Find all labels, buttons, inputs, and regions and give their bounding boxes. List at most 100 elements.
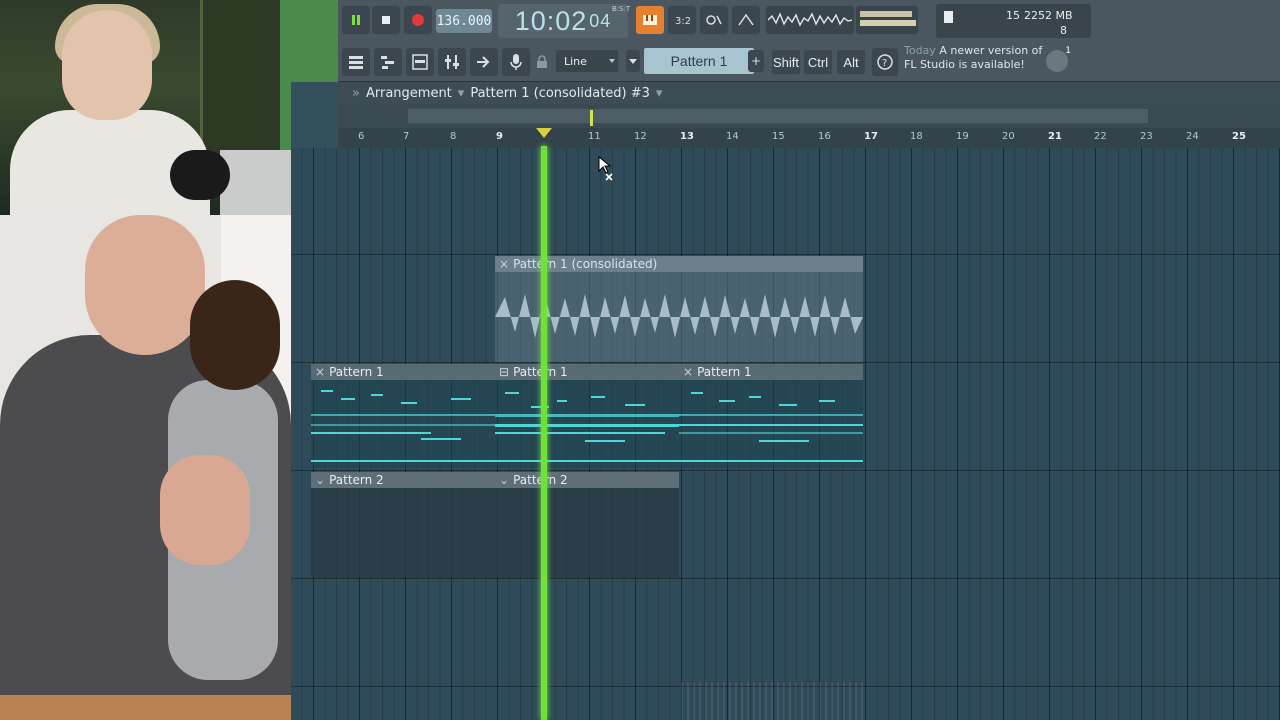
pattern-clip[interactable]: ⌄ Pattern 2: [495, 472, 679, 578]
news-hint-today: Today: [904, 44, 936, 57]
online-news-button[interactable]: ?: [872, 48, 898, 76]
cpu-bar: [944, 11, 953, 23]
snap-select[interactable]: Line: [556, 50, 618, 72]
ruler-tick: 9: [496, 131, 503, 142]
playlist-title-arrow: »: [352, 85, 360, 101]
ruler-tick: 15: [772, 131, 785, 142]
stop-button[interactable]: [372, 6, 400, 34]
song-position-clock[interactable]: 10:02 04: [498, 4, 628, 38]
pause-icon: [352, 15, 360, 25]
chevron-down-icon: [629, 59, 637, 64]
pattern-song-toggle[interactable]: [636, 6, 664, 34]
webcam-microphone: [170, 150, 230, 200]
update-badge-icon[interactable]: 1: [1046, 46, 1071, 72]
pattern-notes: [311, 390, 495, 462]
ruler-tick: 16: [818, 131, 831, 142]
metronome-button[interactable]: 3:2: [668, 6, 696, 34]
playlist-button[interactable]: [342, 48, 370, 76]
plugin-picker-button[interactable]: [470, 48, 498, 76]
arrow-right-icon: [477, 56, 490, 68]
audio-clip-label: Pattern 1 (consolidated): [513, 257, 658, 271]
chevron-down-icon[interactable]: ⌄: [499, 473, 509, 487]
automation-clip-stub[interactable]: [681, 682, 863, 720]
webcam-person-head: [62, 10, 152, 120]
overview-range[interactable]: [408, 109, 1148, 123]
piano-icon: [643, 15, 657, 25]
pause-button[interactable]: [342, 6, 370, 34]
news-hint-panel[interactable]: Today A newer version of FL Studio is av…: [904, 44, 1068, 78]
ruler-tick: 20: [1002, 131, 1015, 142]
clip-pattern-icon[interactable]: ⊟: [499, 365, 509, 379]
wait-input-button[interactable]: [700, 6, 728, 34]
lock-icon: [537, 55, 547, 68]
news-hint-text1: A newer version of: [939, 44, 1043, 57]
pattern-notes: [495, 392, 679, 462]
add-pattern-button[interactable]: +: [748, 50, 764, 72]
pattern-selector[interactable]: Pattern 1: [644, 48, 754, 74]
snap-select-value: Line: [564, 54, 587, 68]
playlist-grid[interactable]: × Pattern 1 (consolidated) × Pattern 1 ⊟ Pa…: [291, 148, 1280, 720]
screen: 136.000 10:0204 B:S:T 3:2 15 2252 MB 8: [0, 0, 1280, 720]
clock-sub: 04: [589, 10, 612, 31]
ruler-tick: 11: [588, 131, 601, 142]
pattern-clip[interactable]: × Pattern 1: [311, 364, 495, 468]
loop-record-icon: [706, 15, 722, 25]
record-icon: [412, 14, 424, 26]
timeline-ruler[interactable]: 6 7 8 9 11 12 13 14 15 16 17 18 19 20 21…: [338, 128, 1280, 148]
chevron-down-icon[interactable]: ⌄: [315, 473, 325, 487]
ruler-tick: 24: [1186, 131, 1199, 142]
pattern-clip[interactable]: ⊟ Pattern 1: [495, 364, 679, 468]
playlist-title-bar[interactable]: » Arrangement ▾ Pattern 1 (consolidated)…: [338, 82, 1280, 104]
piano-roll-icon: [381, 56, 394, 69]
pattern-clip-label: Pattern 1: [329, 365, 384, 379]
news-hint-line1: Today A newer version of: [904, 44, 1068, 58]
shift-modifier-button[interactable]: Shift: [772, 50, 800, 74]
playlist-overview-scrollbar[interactable]: [338, 104, 1280, 128]
record-button[interactable]: [404, 6, 432, 34]
meme-image-overlay: [0, 215, 291, 720]
piano-roll-button[interactable]: [374, 48, 402, 76]
tempo-display[interactable]: 136.000: [436, 9, 492, 33]
ctrl-modifier-button[interactable]: Ctrl: [804, 50, 832, 74]
clip-close-icon[interactable]: ×: [683, 365, 693, 379]
cpu-value: 15: [1006, 9, 1020, 22]
audio-waveform: [495, 294, 863, 338]
ruler-tick: 12: [634, 131, 647, 142]
ruler-tick: 22: [1094, 131, 1107, 142]
pattern-clip-header: ⌄ Pattern 2: [311, 472, 495, 488]
stop-icon: [382, 16, 390, 24]
playhead-marker[interactable]: [536, 128, 552, 138]
clip-close-icon[interactable]: ×: [499, 257, 509, 271]
pattern-clip-header: × Pattern 1: [679, 364, 863, 380]
blend-icon: [738, 13, 754, 26]
mixer-button[interactable]: [438, 48, 466, 76]
svg-text:?: ?: [882, 58, 887, 69]
audio-input-button[interactable]: [502, 48, 530, 76]
alt-modifier-button[interactable]: Alt: [837, 50, 865, 74]
pattern-clip[interactable]: × Pattern 1: [679, 364, 863, 468]
pattern-clip[interactable]: ⌄ Pattern 2: [311, 472, 495, 578]
audio-clip[interactable]: × Pattern 1 (consolidated): [495, 256, 863, 362]
pattern-menu-button[interactable]: [626, 50, 640, 72]
playhead[interactable]: [541, 146, 547, 720]
ruler-tick: 6: [358, 131, 365, 142]
mouse-cursor-icon: [598, 156, 613, 181]
ruler-tick: 7: [403, 131, 410, 142]
blend-notes-button[interactable]: [732, 6, 760, 34]
meme-man-head: [85, 215, 205, 355]
help-bubble-icon: ?: [877, 54, 893, 70]
pattern-clip-label: Pattern 2: [329, 473, 384, 487]
meme-hand: [160, 455, 250, 565]
ruler-tick: 19: [956, 131, 969, 142]
channel-rack-button[interactable]: [406, 48, 434, 76]
fl-toolbar: 136.000 10:0204 B:S:T 3:2 15 2252 MB 8: [338, 0, 1280, 82]
time-signature-icon: 3:2: [675, 16, 690, 27]
waveform-icon: [768, 12, 852, 27]
clip-close-icon[interactable]: ×: [315, 365, 325, 379]
pattern-clip-header: ⊟ Pattern 1: [495, 364, 679, 380]
snap-lock[interactable]: [534, 52, 550, 72]
ruler-tick: 25: [1232, 131, 1246, 142]
overview-playhead: [590, 110, 593, 126]
svg-text:3:2: 3:2: [675, 16, 690, 27]
meter-bars-icon: [860, 11, 916, 26]
